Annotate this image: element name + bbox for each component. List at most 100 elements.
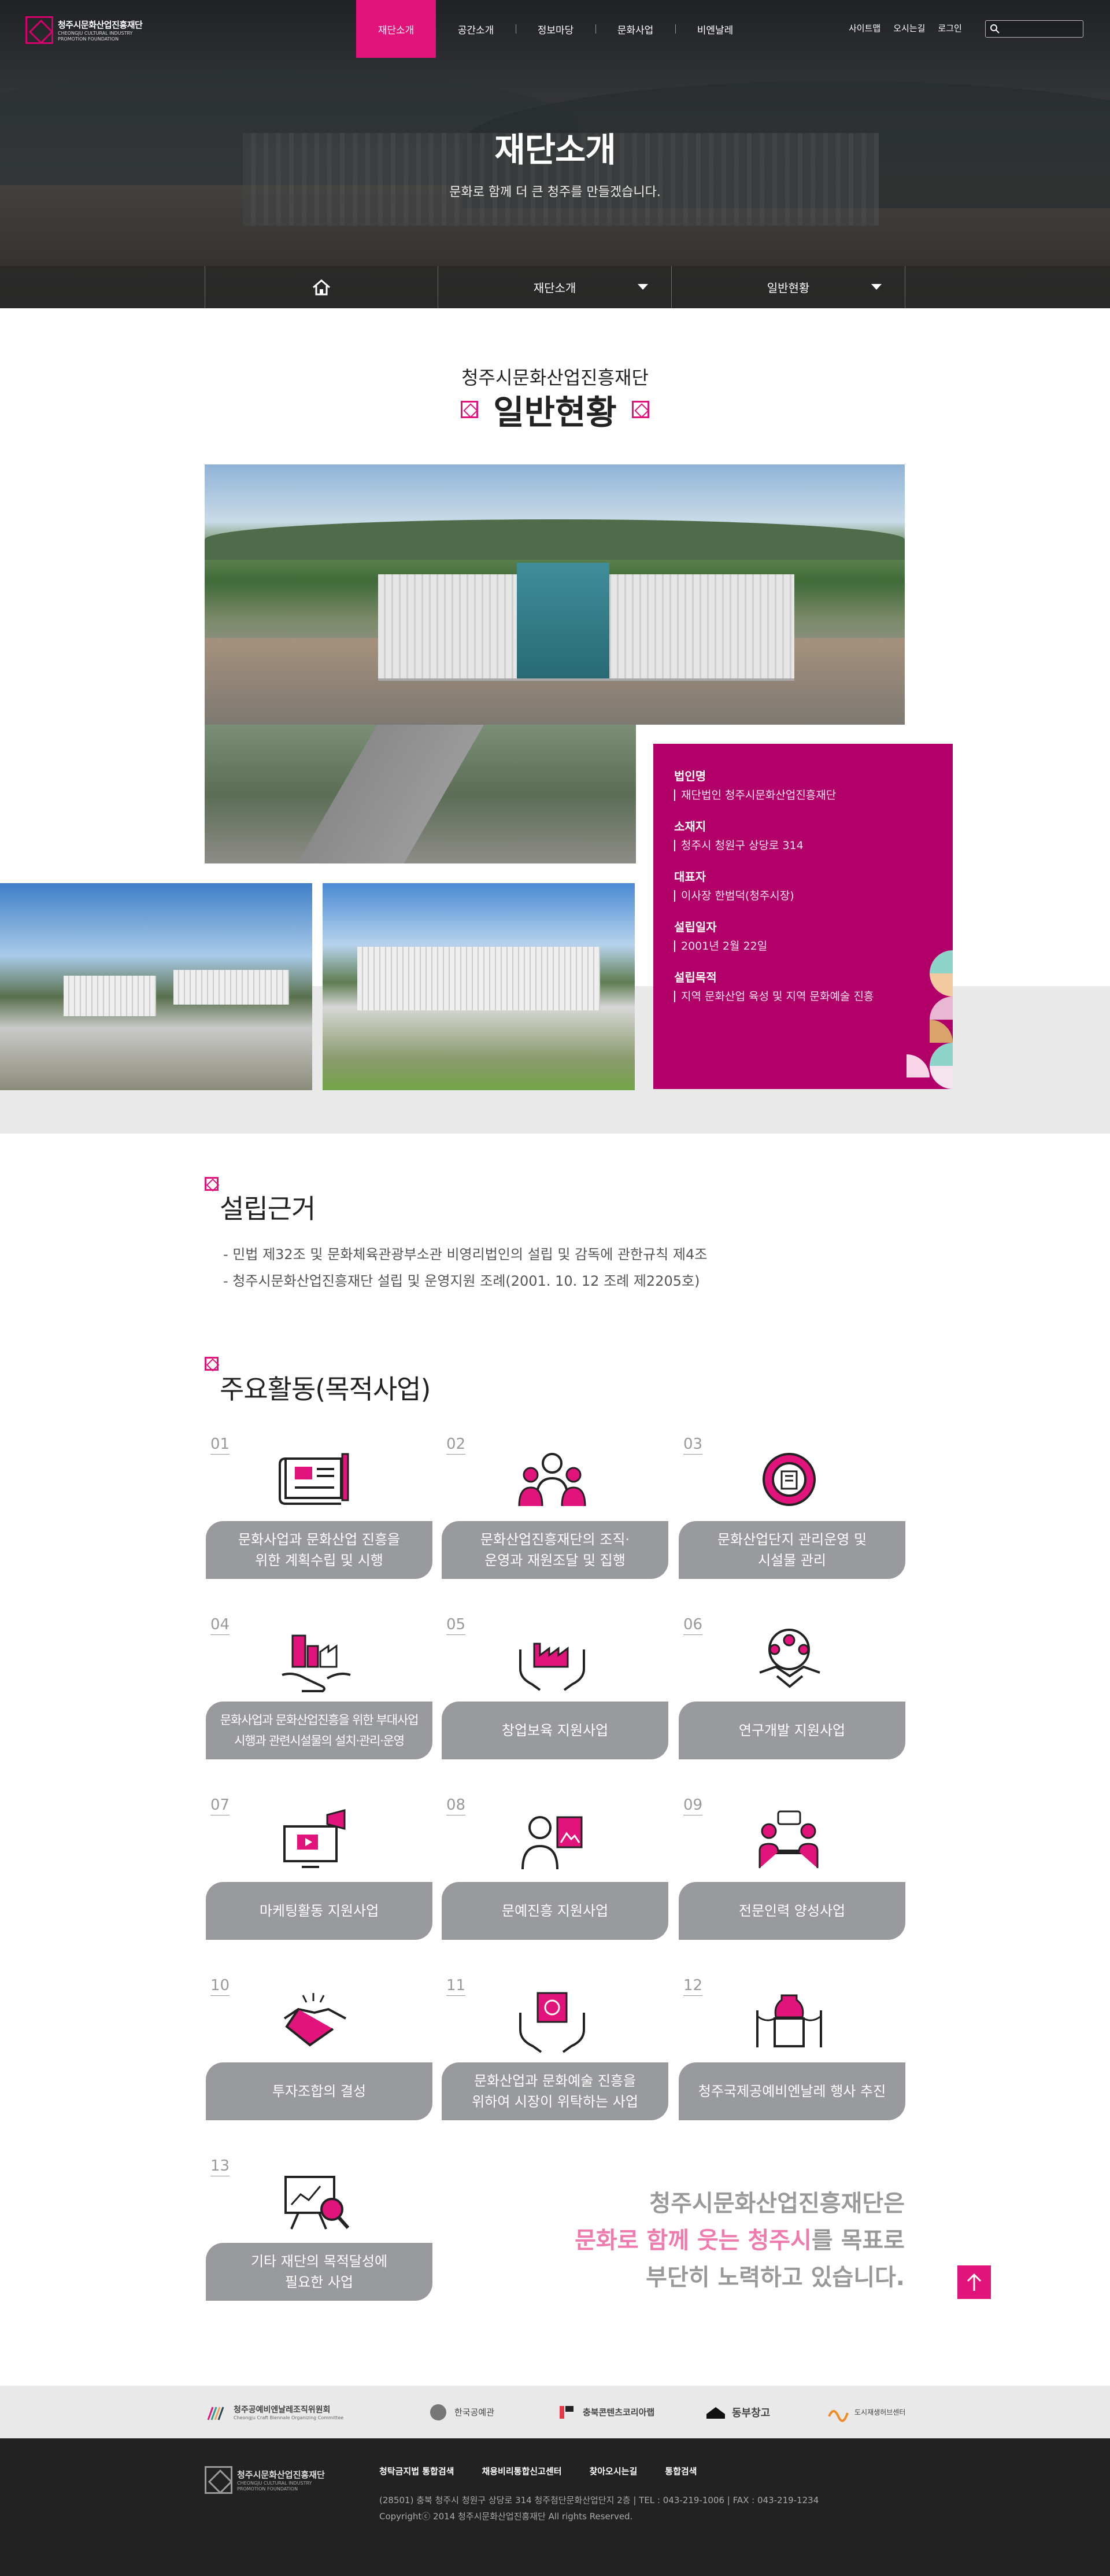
mentoring-desk-icon [758,1810,819,1868]
activity-card: 03 문화산업단지 관리운영 및 시설물 관리 [679,1435,905,1579]
activity-label: 연구개발 지원사업 [679,1702,905,1759]
list-item: - 민법 제32조 및 문화체육관광부소관 비영리법인의 설립 및 감독에 관한… [223,1246,708,1263]
sitemap-link[interactable]: 사이트맵 [849,22,880,34]
footer-copyright: Copyrightⓒ 2014 청주시문화산업진흥재단 All rights R… [379,2511,633,2522]
building-photo-bottom [205,725,636,863]
partner-link-dongbu[interactable]: 동부창고 [704,2386,770,2438]
footer-logo-name: 청주시문화산업진흥재단 [237,2469,325,2480]
activity-card: 09 전문인력 양성사업 [679,1796,905,1940]
closing-highlight: 문화로 함께 웃는 청주시 [575,2227,812,2254]
nav-item-info[interactable]: 정보마당 [516,0,595,58]
site-logo[interactable]: 청주시문화산업진흥재단 CHEONGJU CULTURAL INDUSTRY P… [25,16,145,44]
logo-english-name: CHEONGJU CULTURAL INDUSTRY PROMOTION FOU… [58,30,133,42]
activity-card: 08 문예진흥 지원사업 [442,1796,668,1940]
info-value: 청주시 청원구 상당로 314 [674,840,932,851]
overview-title-row: 일반현황 [0,385,1110,434]
footer-link[interactable]: 채용비리통합신고센터 [482,2465,561,2477]
partner-name: 충북콘텐츠코리아랩 [583,2407,655,2418]
location-menu-2[interactable]: 일반현황 [672,266,905,308]
activity-number: 13 [210,2157,230,2176]
location-menu-2-label: 일반현황 [767,281,810,295]
info-value: 2001년 2월 22일 [674,940,932,952]
location-menu-1[interactable]: 재단소개 [438,266,672,308]
hero-subtitle: 문화로 함께 더 큰 청주를 만들겠습니다. [449,185,661,200]
partner-banner: 청주공예비엔날레조직위원회 Cheongju Craft Biennale Or… [0,2386,1110,2438]
activity-card: 10 투자조합의 결성 [206,1977,432,2120]
activity-label: 투자조합의 결성 [206,2062,432,2120]
closing-line-2-rest: 를 목표로 [811,2227,905,2254]
info-label: 대표자 [674,870,706,884]
pattern-deco-icon [906,950,953,1089]
info-label: 설립일자 [674,920,717,934]
activity-number: 04 [210,1616,230,1635]
craft-museum-logo-icon [430,2404,446,2420]
activity-card: 12 청주국제공예비엔날레 행사 추진 [679,1977,905,2120]
diamond-deco-icon [631,401,649,418]
activity-card: 07 마케팅활동 지원사업 [206,1796,432,1940]
activity-number: 06 [683,1616,703,1635]
activity-number: 05 [446,1616,466,1635]
dongbu-logo-icon [706,2407,725,2419]
nav-item-about[interactable]: 재단소개 [356,0,436,58]
info-item: 설립일자 2001년 2월 22일 [674,918,932,952]
info-item: 법인명 재단법인 청주시문화산업진흥재단 [674,767,932,801]
activity-number: 08 [446,1796,466,1815]
scroll-top-button[interactable] [957,2265,991,2299]
activity-number: 02 [446,1435,466,1455]
info-label: 법인명 [674,769,706,783]
partner-link-biennale[interactable]: 청주공예비엔날레조직위원회 Cheongju Craft Biennale Or… [206,2386,343,2438]
arrow-up-icon [967,2273,982,2291]
diamond-deco-icon [461,401,479,418]
activity-label: 문화산업진흥재단의 조직· 운영과 재원조달 및 집행 [442,1521,668,1579]
footer: 청주시문화산업진흥재단 CHEONGJU CULTURAL INDUSTRY P… [0,2438,1110,2576]
closing-line-3: 부단히 노력하고 있습니다. [646,2264,905,2291]
info-item: 대표자 이사장 한범덕(청주시장) [674,868,932,902]
city-factory-hands-icon [282,1634,351,1692]
activity-number: 07 [210,1796,230,1815]
nav-item-biennale[interactable]: 비엔날레 [675,0,755,58]
search-icon[interactable] [989,23,1001,35]
search-input[interactable] [1001,23,1079,35]
page: 청주시문화산업진흥재단 CHEONGJU CULTURAL INDUSTRY P… [0,0,1110,2576]
activity-label: 문화산업과 문화예술 진흥을 위하여 시장이 위탁하는 사업 [442,2062,668,2120]
partner-link-urban-hub[interactable]: 도시재생허브센터 [827,2386,905,2438]
search-box [985,20,1083,38]
footer-link[interactable]: 통합검색 [665,2465,697,2477]
biennale-logo-icon [207,2406,224,2420]
location-menu-1-label: 재단소개 [533,281,576,295]
logo-mark-icon [205,2466,232,2494]
blueprint-plan-icon [279,1453,349,1505]
footer-link[interactable]: 찾아오시는길 [589,2465,637,2477]
footer-logo-english-name: CHEONGJU CULTURAL INDUSTRY PROMOTION FOU… [237,2480,312,2492]
campus-photo-1 [0,883,312,1090]
activity-label: 청주국제공예비엔날레 행사 추진 [679,2062,905,2120]
closing-line-1: 청주시문화산업진흥재단은 [649,2190,905,2217]
handshake-icon [283,1993,346,2047]
culture-art-hands-icon [519,1992,585,2053]
info-value: 이사장 한범덕(청주시장) [674,890,932,902]
info-value: 재단법인 청주시문화산업진흥재단 [674,789,932,801]
activity-number: 10 [210,1977,230,1996]
activity-card: 02 문화산업진흥재단의 조직· 운영과 재원조달 및 집행 [442,1435,668,1579]
footer-address: (28501) 충북 청주시 청원구 상당로 314 청주첨단문화산업단지 2층… [379,2495,819,2505]
activity-card: 13 기타 재단의 목적달성에 필요한 사업 [206,2157,432,2301]
partner-name: 한국공예관 [454,2407,495,2418]
nav-item-culture[interactable]: 문화사업 [595,0,675,58]
directions-link[interactable]: 오시는길 [893,22,925,34]
activity-label: 문화사업과 문화산업 진흥을 위한 계획수립 및 시행 [206,1521,432,1579]
activity-label: 문화사업과 문화산업진흥을 위한 부대사업 시행과 관련시설물의 설치·관리·운… [206,1702,432,1759]
closing-statement: 청주시문화산업진흥재단은 문화로 함께 웃는 청주시를 목표로 부단히 노력하고… [555,2185,905,2296]
info-label: 소재지 [674,820,706,833]
footer-link[interactable]: 청탁금지법 통합검색 [379,2465,454,2477]
activities-title: 주요활동(목적사업) [220,1374,431,1405]
nav-item-space[interactable]: 공간소개 [436,0,516,58]
hero-title: 재단소개 [494,130,616,169]
login-link[interactable]: 로그인 [938,22,961,34]
partner-link-content-lab[interactable]: 충북콘텐츠코리아랩 [555,2386,654,2438]
home-button[interactable] [205,266,438,308]
basis-list: - 민법 제32조 및 문화체육관광부소관 비영리법인의 설립 및 감독에 관한… [223,1241,707,1294]
activity-number: 11 [446,1977,466,1996]
activity-label: 문예진흥 지원사업 [442,1882,668,1940]
partner-link-craft-museum[interactable]: 한국공예관 [427,2386,494,2438]
location-bar: 재단소개 일반현황 [0,266,1110,308]
